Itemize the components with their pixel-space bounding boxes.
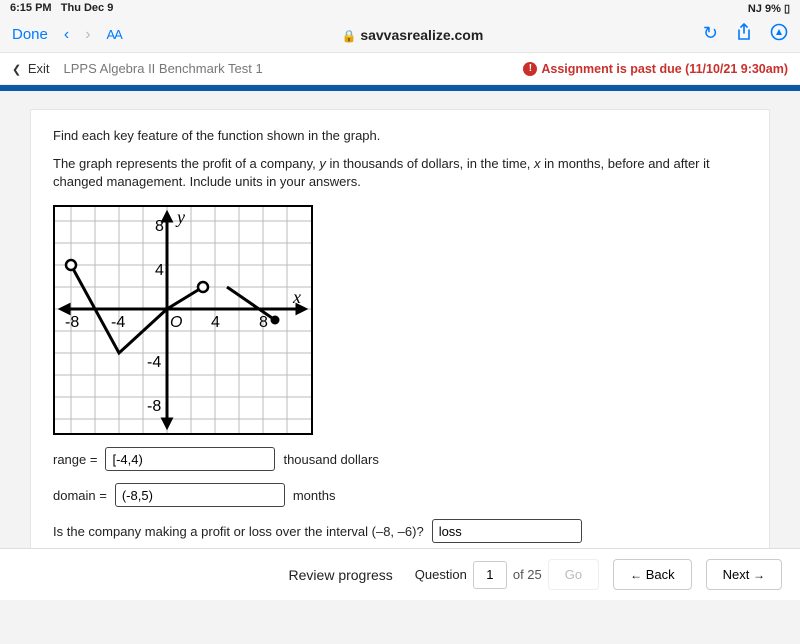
- domain-unit: months: [293, 488, 336, 503]
- question-label: Question: [415, 567, 467, 582]
- footer-bar: Review progress Question of 25 Go ← Back…: [0, 548, 800, 600]
- domain-label: domain =: [53, 488, 107, 503]
- svg-text:8: 8: [155, 218, 164, 235]
- arrow-right-icon: →: [753, 568, 765, 582]
- exit-button[interactable]: ❮ Exit: [12, 61, 50, 76]
- device-status-bar: 6:15 PM Thu Dec 9 Ǌ 9% ▯: [0, 0, 800, 17]
- interval-input[interactable]: [432, 519, 582, 543]
- text-size-button[interactable]: AA: [107, 27, 122, 42]
- warning-icon: !: [523, 62, 537, 76]
- question-number-input[interactable]: [473, 561, 507, 589]
- interval-row: Is the company making a profit or loss o…: [53, 519, 747, 543]
- question-card: Find each key feature of the function sh…: [30, 109, 770, 574]
- range-row: range = thousand dollars: [53, 447, 747, 471]
- svg-text:O: O: [170, 314, 182, 331]
- address-bar[interactable]: 🔒 savvasrealize.com: [138, 27, 687, 43]
- reload-icon[interactable]: ↻: [703, 23, 718, 46]
- svg-text:-4: -4: [147, 354, 161, 371]
- prompt-line-1: Find each key feature of the function sh…: [53, 128, 747, 143]
- url-text: savvasrealize.com: [360, 27, 483, 43]
- domain-row: domain = months: [53, 483, 747, 507]
- battery-pct: 9%: [765, 3, 781, 15]
- svg-text:-4: -4: [111, 314, 125, 331]
- browser-toolbar: Done ‹ › AA 🔒 savvasrealize.com ↻: [0, 17, 800, 53]
- wifi-icon: Ǌ: [748, 3, 762, 15]
- next-button[interactable]: Next →: [706, 559, 782, 590]
- test-title: LPPS Algebra II Benchmark Test 1: [64, 61, 263, 76]
- lock-icon: 🔒: [341, 29, 356, 43]
- app-header: ❮ Exit LPPS Algebra II Benchmark Test 1 …: [0, 53, 800, 85]
- done-button[interactable]: Done: [12, 26, 48, 43]
- arrow-left-icon: ←: [630, 568, 642, 582]
- question-nav-group: Question of 25 Go: [415, 559, 599, 590]
- back-icon[interactable]: ‹: [64, 26, 69, 44]
- interval-question: Is the company making a profit or loss o…: [53, 524, 424, 539]
- chevron-left-icon: ❮: [12, 64, 21, 76]
- range-label: range =: [53, 452, 97, 467]
- y-axis-label: y: [175, 207, 185, 227]
- review-progress-button[interactable]: Review progress: [289, 567, 393, 583]
- compass-icon[interactable]: [770, 23, 788, 46]
- forward-icon: ›: [85, 26, 90, 44]
- go-button[interactable]: Go: [548, 559, 599, 590]
- past-due-banner: ! Assignment is past due (11/10/21 9:30a…: [523, 62, 788, 76]
- share-icon[interactable]: [736, 23, 752, 46]
- function-graph: y x 8 4 -4 -8 -8 -4 O 4 8: [53, 205, 313, 435]
- svg-text:4: 4: [155, 262, 164, 279]
- back-button[interactable]: ← Back: [613, 559, 692, 590]
- svg-text:-8: -8: [65, 314, 79, 331]
- battery-icon: ▯: [784, 3, 790, 15]
- domain-input[interactable]: [115, 483, 285, 507]
- svg-text:-8: -8: [147, 398, 161, 415]
- prompt-line-2: The graph represents the profit of a com…: [53, 155, 747, 191]
- svg-text:4: 4: [211, 314, 220, 331]
- svg-text:8: 8: [259, 314, 268, 331]
- status-date: Thu Dec 9: [61, 2, 114, 14]
- status-time: 6:15 PM: [10, 2, 52, 14]
- question-total: of 25: [513, 567, 542, 582]
- range-unit: thousand dollars: [283, 452, 378, 467]
- range-input[interactable]: [105, 447, 275, 471]
- x-axis-label: x: [292, 287, 301, 307]
